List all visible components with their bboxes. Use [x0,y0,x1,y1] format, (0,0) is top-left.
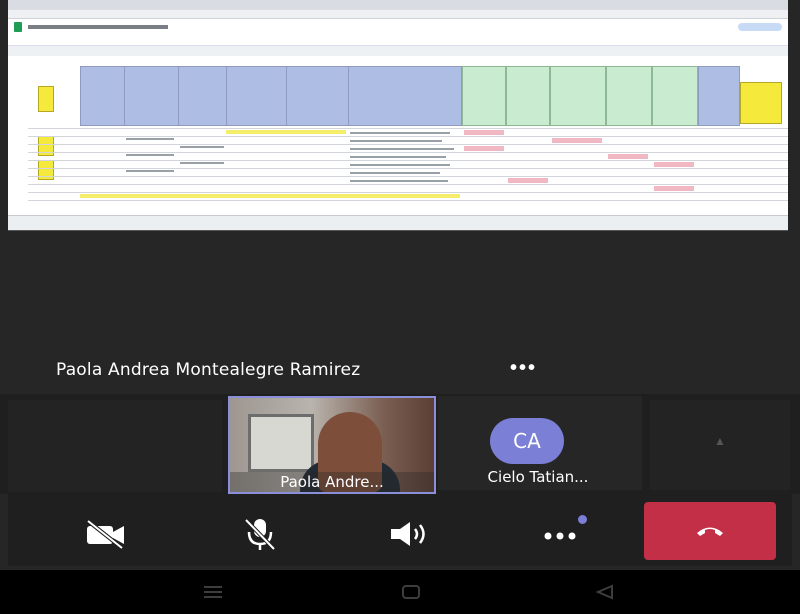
sheet-row [28,168,788,169]
sheet-text [350,148,454,150]
meeting-screen: Paola Andrea Montealegre Ramirez ••• Pao… [0,0,800,614]
sheets-logo-icon [14,22,22,32]
home-icon[interactable] [400,584,422,600]
sheet-header-cell [740,82,782,124]
spreadsheet-title [28,25,168,29]
sheet-text [350,172,440,174]
shared-screen-content [8,0,788,231]
sheet-text [350,132,450,134]
hang-up-icon [697,527,723,536]
sheet-cell-highlight [226,130,346,134]
sheet-text [180,146,224,148]
sheet-cell-pink [508,178,548,183]
speaker-button[interactable] [380,510,440,558]
sheet-cell-highlight [38,136,54,156]
camera-off-icon [86,519,124,549]
sheet-text [350,156,446,158]
sheet-row [28,136,788,137]
sheet-header-cell [506,66,550,126]
participant-name-label: Cielo Tatian... [487,468,589,486]
mic-off-icon [244,518,276,551]
participant-name-label: Paola Andre... [230,472,434,492]
sheet-cell-highlight [38,160,54,180]
back-icon[interactable] [594,584,616,600]
sheet-row [28,192,788,193]
sheet-header-cell [652,66,698,126]
browser-tab-bar [8,0,788,10]
sheet-header-cell [550,66,606,126]
sheet-header-cell [348,66,462,126]
notification-dot [578,515,587,524]
sheet-text [180,162,224,164]
sheet-row [28,152,788,153]
sheet-header-cell [606,66,652,126]
sheet-text [126,154,174,156]
sheet-cell-pink [464,146,504,151]
participant-tile-empty [8,400,222,492]
share-button [738,23,782,31]
sheet-text [126,170,174,172]
video-whiteboard [248,414,314,472]
sheet-cell-highlight [80,194,460,198]
sheet-header-cell [124,66,180,126]
speaker-icon [391,522,425,546]
avatar: CA [490,418,564,464]
presenter-more-button[interactable]: ••• [510,357,537,380]
hang-up-button[interactable] [644,502,776,560]
microphone-toggle-button[interactable] [230,510,290,558]
sheet-cell-pink [654,162,694,167]
sheet-text [350,180,448,182]
sheet-row [28,184,788,185]
participant-tile-avatar[interactable]: CA Cielo Tatian... [438,396,642,490]
spreadsheet-menu-bar [8,35,788,45]
sheet-header-cell [462,66,506,126]
sheet-row [28,128,788,129]
sheet-cell-highlight [38,86,54,112]
browser-address-bar [8,10,788,19]
sheet-header-cell [286,66,350,126]
sheet-header-cell [80,66,126,126]
sheet-cell-pink [608,154,648,159]
presenter-name: Paola Andrea Montealegre Ramirez [56,360,361,380]
sheet-text [126,138,174,140]
sheet-cell-pink [552,138,602,143]
participant-tile-overflow[interactable]: ▲ [650,400,790,490]
participant-tile-video[interactable]: Paola Andre... [228,396,436,494]
person-icon: ▲ [714,434,726,448]
camera-toggle-button[interactable] [76,510,136,558]
spreadsheet-sheet-tabs [8,215,788,230]
spreadsheet-grid [8,56,788,216]
sheet-header-cell [226,66,288,126]
spreadsheet-title-bar [8,19,788,35]
sheet-cell-pink [464,130,504,135]
more-options-icon [544,532,576,540]
sheet-row [28,200,788,201]
sheet-text [350,140,442,142]
sheet-row [28,176,788,177]
sheet-text [350,164,450,166]
sheet-header-cell [698,66,740,126]
sheet-header-cell [178,66,228,126]
sheet-row [28,144,788,145]
sheet-cell-pink [654,186,694,191]
recent-apps-icon[interactable] [202,584,224,600]
sheet-row [28,160,788,161]
